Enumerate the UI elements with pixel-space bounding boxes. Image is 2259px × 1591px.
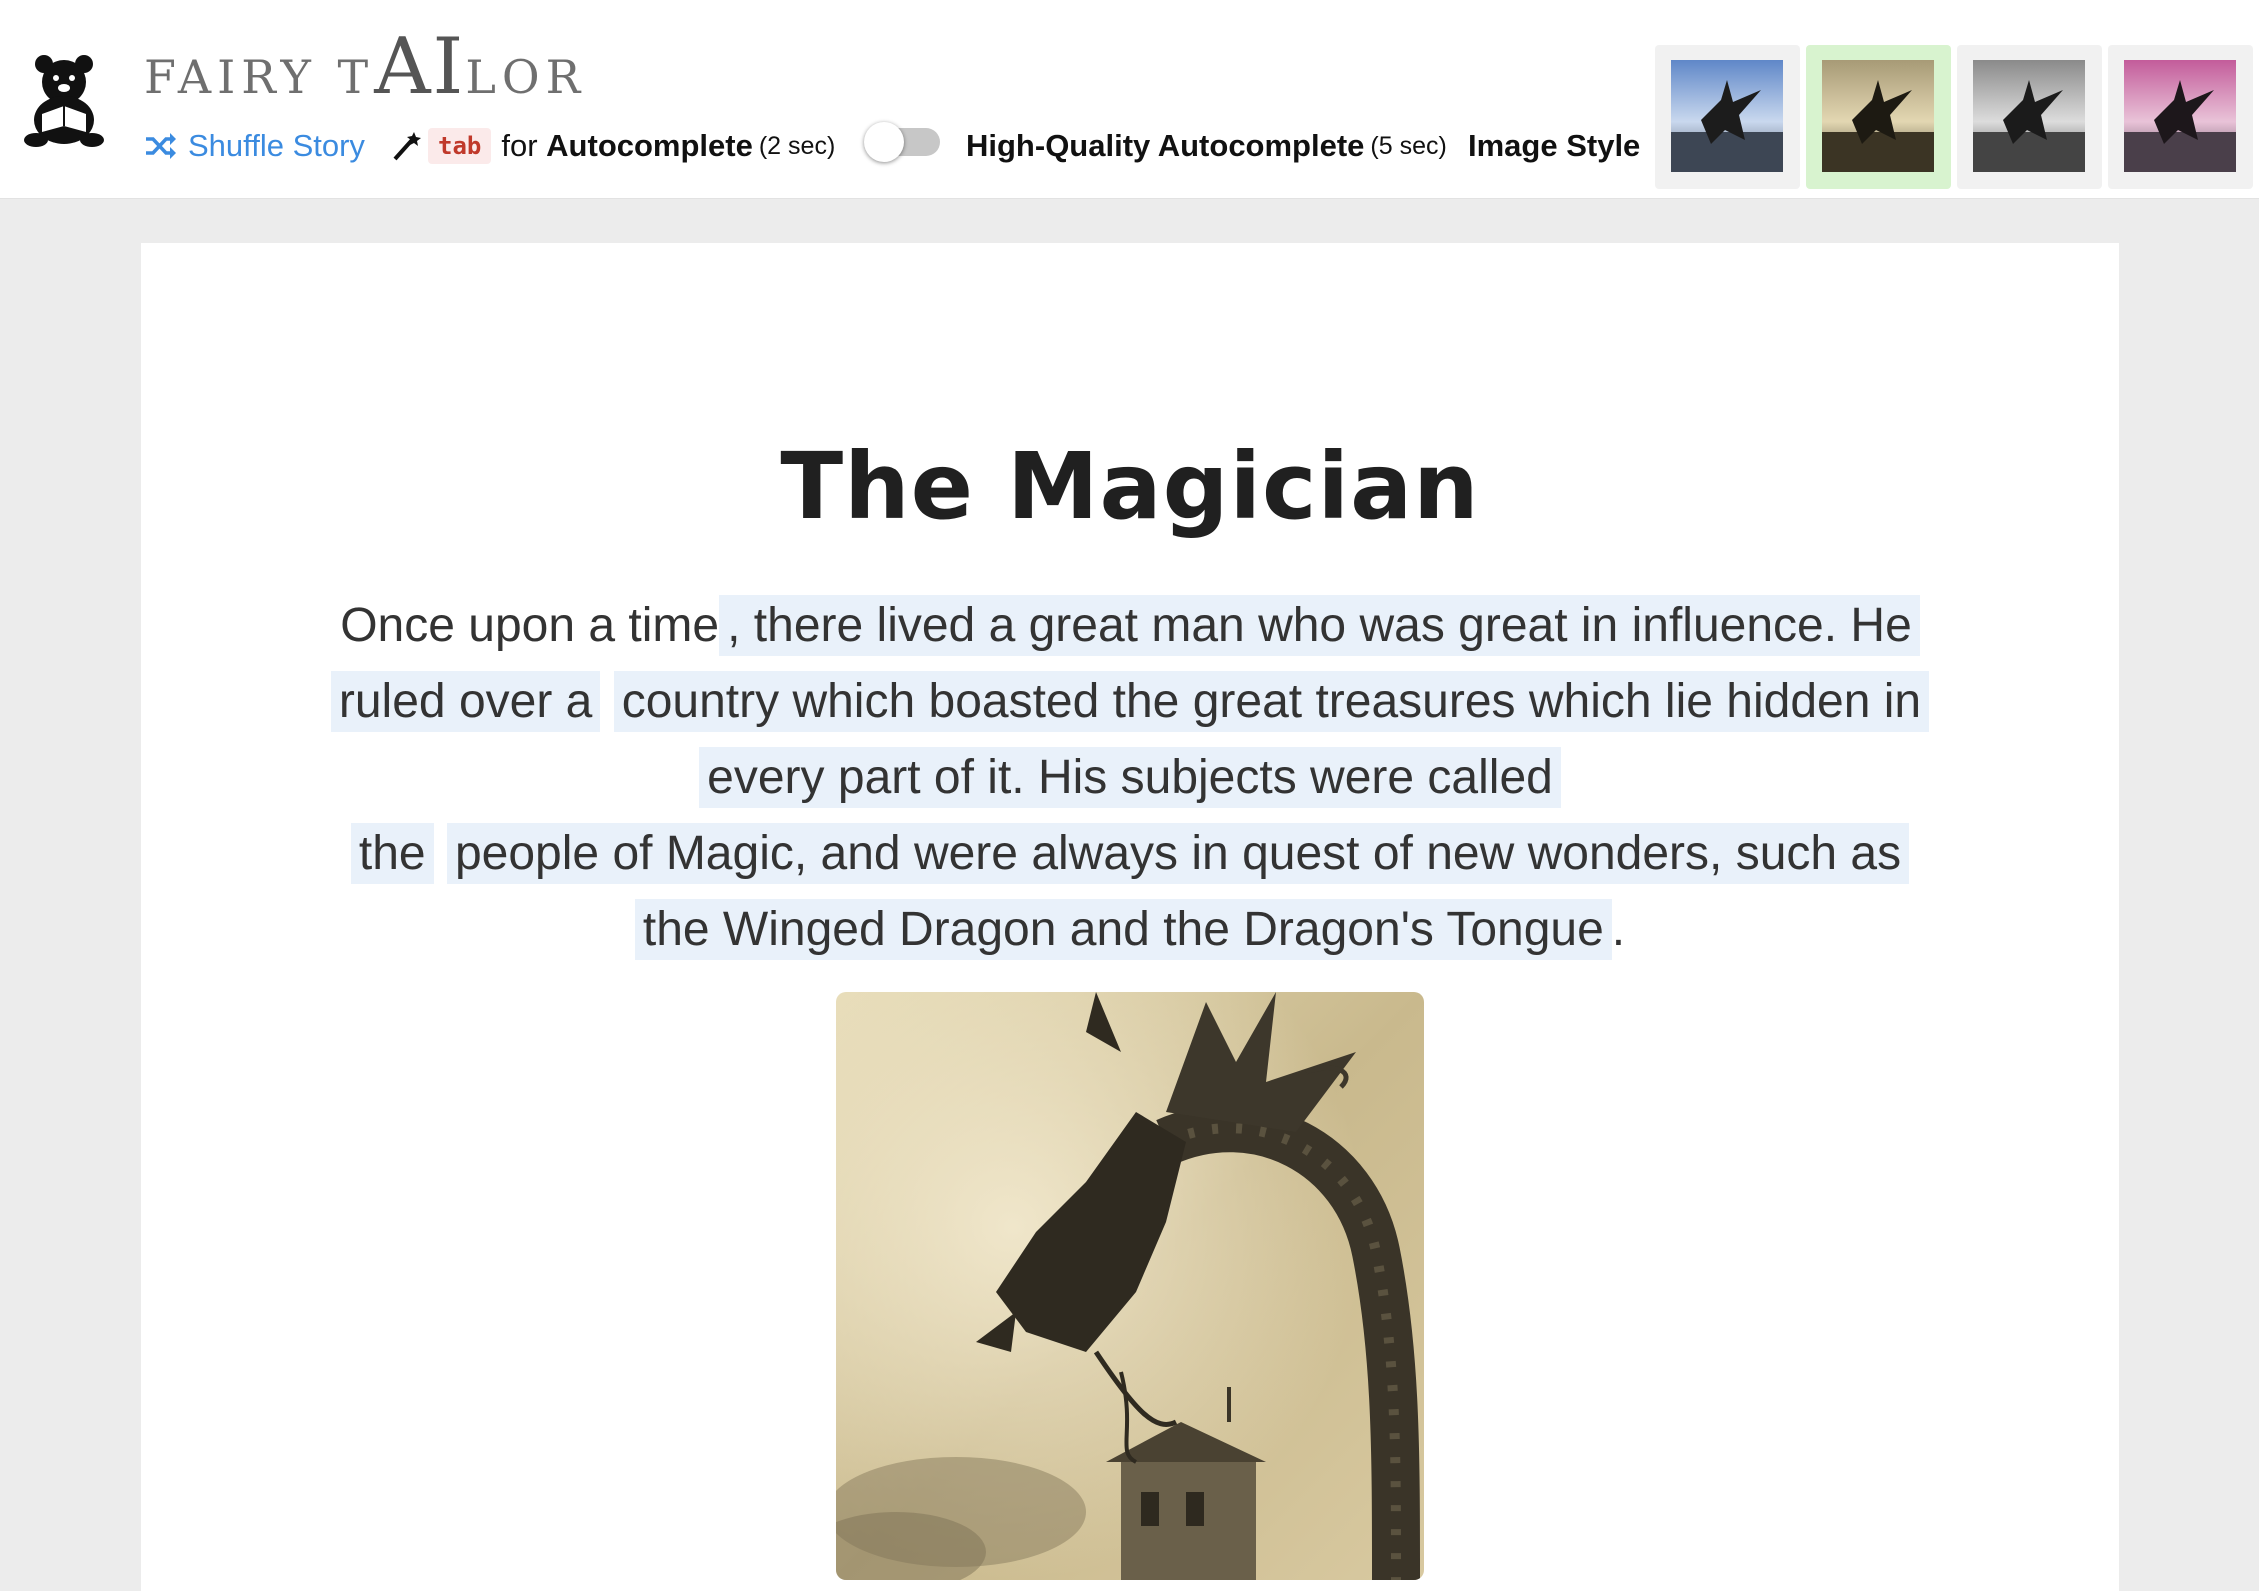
- image-style-grayscale[interactable]: [1957, 45, 2102, 189]
- image-style-label: Image Style: [1468, 128, 1641, 163]
- hq-autocomplete-toggle[interactable]: [864, 122, 944, 162]
- image-style-sepia[interactable]: [1806, 45, 1951, 189]
- story-text-generated: the Winged Dragon and the Dragon's Tongu…: [634, 899, 1612, 960]
- dragon-thumb-color-icon: [1671, 60, 1783, 172]
- story-text[interactable]: Once upon a time, there lived a great ma…: [281, 588, 1979, 968]
- story-line: Once upon a time, there lived a great ma…: [281, 588, 1979, 664]
- story-text-generated: every part of it. His subjects were call…: [699, 747, 1561, 808]
- story-line: every part of it. His subjects were call…: [281, 740, 1979, 816]
- dragon-illustration-sepia-icon: [836, 992, 1424, 1580]
- hq-autocomplete-time: (5 sec): [1370, 131, 1447, 160]
- story-text-plain: .: [1611, 903, 1626, 956]
- shuffle-story-button[interactable]: Shuffle Story: [144, 128, 365, 164]
- story-line: the people of Magic, and were always in …: [281, 816, 1979, 892]
- story-text-generated: the: [350, 823, 434, 884]
- shuffle-story-label: Shuffle Story: [188, 128, 365, 163]
- story-text-generated: , there lived a great man who was great …: [719, 595, 1920, 656]
- brand-suffix: LOR: [465, 50, 587, 104]
- brand-prefix: FAIRY T: [144, 50, 375, 104]
- story-illustration: [836, 992, 1424, 1580]
- hq-autocomplete-label: High-Quality Autocomplete: [966, 128, 1365, 163]
- story-text-generated: people of Magic, and were always in ques…: [446, 823, 1910, 884]
- tab-key-badge: tab: [428, 128, 492, 164]
- story-title[interactable]: The Magician: [141, 433, 2119, 540]
- toggle-knob: [864, 122, 904, 162]
- story-card: The Magician Once upon a time, there liv…: [141, 243, 2119, 1591]
- story-line: the Winged Dragon and the Dragon's Tongu…: [281, 892, 1979, 968]
- brand-logo: FAIRY TAILOR: [144, 22, 587, 112]
- autocomplete-hint: tab for Autocomplete (2 sec): [392, 126, 835, 166]
- autocomplete-label: Autocomplete: [546, 128, 753, 163]
- magic-wand-icon: [393, 132, 421, 161]
- dragon-thumb-pink-icon: [2124, 60, 2236, 172]
- story-text-generated: ruled over a: [330, 671, 601, 732]
- bear-logo-icon: [22, 52, 114, 148]
- dragon-thumb-sepia-icon: [1822, 60, 1934, 172]
- story-text-plain: Once upon a time: [340, 599, 720, 652]
- story-text-generated: country which boasted the great treasure…: [613, 671, 1930, 732]
- story-line: ruled over a country which boasted the g…: [281, 664, 1979, 740]
- image-style-color[interactable]: [1655, 45, 1800, 189]
- autocomplete-prefix: for: [501, 128, 538, 163]
- image-style-pink[interactable]: [2108, 45, 2253, 189]
- shuffle-icon: [146, 133, 176, 159]
- top-toolbar: FAIRY TAILOR Shuffle Story tab for Autoc…: [0, 0, 2259, 199]
- dragon-thumb-grayscale-icon: [1973, 60, 2085, 172]
- autocomplete-time: (2 sec): [758, 131, 836, 160]
- hq-autocomplete-label-group: High-Quality Autocomplete (5 sec): [966, 126, 1447, 166]
- brand-ai: AI: [374, 22, 466, 112]
